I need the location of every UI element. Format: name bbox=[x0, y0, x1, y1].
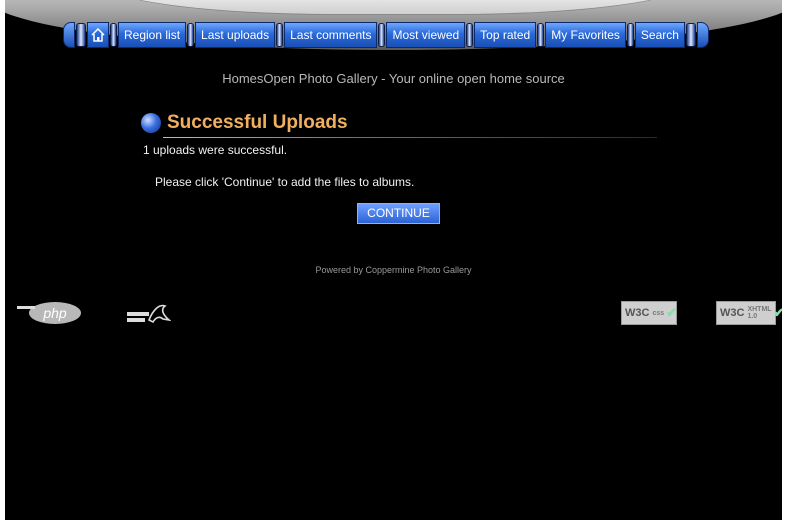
nav-separator bbox=[379, 24, 385, 46]
nav-separator bbox=[77, 24, 85, 46]
w3c-xhtml-badge[interactable]: W3C XHTML 1.0 ✔ bbox=[716, 300, 782, 326]
mysql-logo[interactable] bbox=[125, 300, 171, 326]
nav-top-rated[interactable]: Top rated bbox=[474, 22, 537, 48]
mysql-dolphin-icon bbox=[127, 304, 171, 324]
check-icon: ✔ bbox=[666, 305, 678, 320]
w3c-css-sublabel: css bbox=[652, 309, 665, 317]
continue-button[interactable]: CONTINUE bbox=[357, 203, 440, 224]
gallery-page: Region list Last uploads Last comments M… bbox=[5, 0, 782, 520]
section-heading: Successful Uploads bbox=[137, 110, 657, 142]
check-icon: ✔ bbox=[773, 305, 782, 320]
nav-separator bbox=[277, 24, 283, 46]
site-tagline: HomesOpen Photo Gallery - Your online op… bbox=[222, 71, 565, 86]
nav-last-comments[interactable]: Last comments bbox=[284, 22, 378, 48]
nav-last-uploads[interactable]: Last uploads bbox=[195, 22, 276, 48]
orb-icon bbox=[141, 113, 161, 133]
home-icon bbox=[91, 28, 105, 42]
nav-my-favorites[interactable]: My Favorites bbox=[545, 22, 626, 48]
nav-cap-left bbox=[63, 22, 75, 48]
nav-region-list[interactable]: Region list bbox=[118, 22, 187, 48]
instruction-message: Please click 'Continue' to add the files… bbox=[155, 175, 415, 189]
w3c-xhtml-badge-body: W3C XHTML 1.0 ✔ bbox=[716, 301, 782, 325]
w3c-xhtml-sublabel: XHTML 1.0 bbox=[747, 306, 772, 320]
nav-cap-right bbox=[696, 22, 709, 48]
w3c-css-label: W3C bbox=[625, 307, 650, 319]
nav-separator bbox=[627, 24, 633, 46]
php-logo-text: php bbox=[29, 302, 81, 324]
top-chrome: Region list Last uploads Last comments M… bbox=[5, 0, 782, 62]
nav-search[interactable]: Search bbox=[634, 22, 685, 48]
success-message: 1 uploads were successful. bbox=[143, 143, 288, 157]
heading-rule bbox=[163, 137, 657, 138]
powered-by-link[interactable]: Powered by Coppermine Photo Gallery bbox=[5, 265, 782, 275]
home-button[interactable] bbox=[87, 22, 109, 48]
php-logo[interactable]: php bbox=[17, 300, 83, 326]
w3c-css-badge[interactable]: W3C css ✔ bbox=[621, 300, 677, 326]
w3c-css-badge-body: W3C css ✔ bbox=[621, 301, 677, 325]
nav-separator bbox=[467, 24, 473, 46]
nav-separator bbox=[686, 24, 695, 46]
nav-separator bbox=[111, 24, 116, 46]
page-title: Successful Uploads bbox=[167, 112, 348, 133]
w3c-xhtml-label: W3C bbox=[720, 307, 745, 319]
nav-separator bbox=[538, 24, 544, 46]
main-navigation: Region list Last uploads Last comments M… bbox=[63, 22, 709, 48]
nav-separator bbox=[188, 24, 194, 46]
php-logo-bar bbox=[17, 306, 35, 309]
nav-most-viewed[interactable]: Most viewed bbox=[386, 22, 466, 48]
